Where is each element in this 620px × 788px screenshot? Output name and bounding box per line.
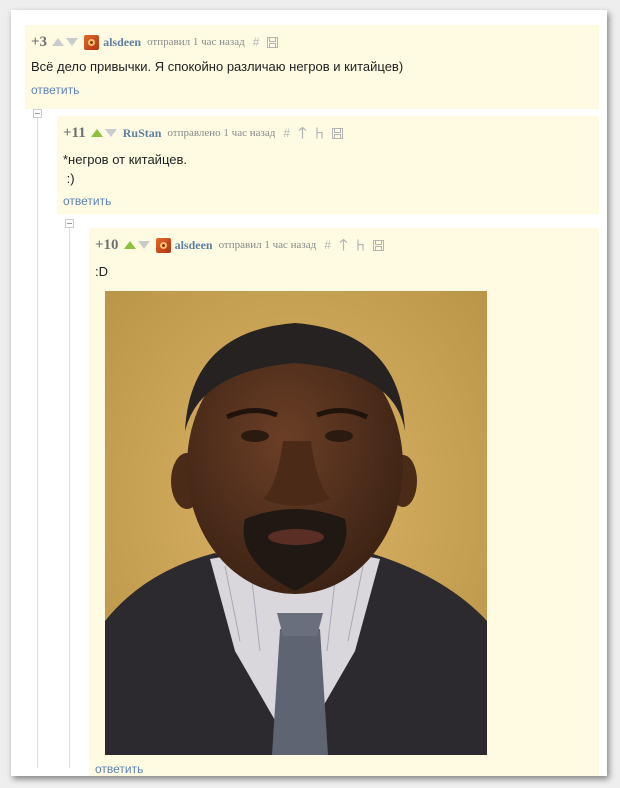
comment-1: +3 alsdeen отправил 1 час назад # Всё де…: [25, 25, 599, 109]
comment-time: отправил 1 час назад: [147, 36, 245, 48]
comment-body: :D: [95, 262, 108, 281]
comment-photo: [105, 291, 487, 755]
comment-header: +3 alsdeen отправил 1 час назад #: [31, 33, 286, 51]
comment-header: +11 RuStan отправлено 1 час назад #: [63, 124, 351, 142]
comment-2: +11 RuStan отправлено 1 час назад # *нег…: [57, 116, 599, 214]
comment-text-line: *негров от китайцев.: [63, 152, 187, 167]
author-link[interactable]: alsdeen: [175, 238, 213, 253]
thread-branch-icon[interactable]: [315, 127, 324, 139]
screenshot-frame: +3 alsdeen отправил 1 час назад # Всё де…: [11, 10, 607, 776]
upvote-icon[interactable]: [52, 38, 65, 46]
rating-value: +3: [31, 33, 48, 50]
comment-header: +10 alsdeen отправил 1 час назад #: [95, 236, 392, 254]
rating-value: +10: [95, 236, 119, 253]
avatar-icon[interactable]: [84, 34, 100, 50]
comment-time: отправил 1 час назад: [218, 239, 317, 251]
parent-comment-icon[interactable]: [339, 239, 348, 251]
reply-link[interactable]: ответить: [63, 194, 111, 208]
downvote-icon[interactable]: [66, 38, 79, 46]
downvote-icon[interactable]: [104, 129, 117, 137]
portrait-image: [105, 291, 487, 755]
collapse-toggle[interactable]: [33, 109, 42, 118]
author-link[interactable]: RuStan: [123, 126, 162, 141]
avatar-icon[interactable]: [155, 237, 171, 253]
comment-3: +10 alsdeen отправил 1 час назад # :D от…: [89, 228, 599, 776]
comment-time: отправлено 1 час назад: [167, 127, 276, 139]
permalink-icon[interactable]: #: [253, 35, 260, 49]
author-link[interactable]: alsdeen: [103, 35, 141, 50]
upvote-icon[interactable]: [90, 129, 103, 137]
comment-text-line: :): [63, 171, 75, 186]
downvote-icon[interactable]: [137, 241, 150, 249]
save-icon[interactable]: [372, 239, 384, 251]
thread-line: [37, 118, 38, 768]
permalink-icon[interactable]: #: [283, 126, 290, 140]
thread-branch-icon[interactable]: [356, 239, 365, 251]
comment-body: Всё дело привычки. Я спокойно различаю н…: [31, 57, 403, 76]
comment-body: *негров от китайцев. :): [63, 150, 187, 188]
collapse-toggle[interactable]: [65, 219, 74, 228]
save-icon[interactable]: [267, 36, 279, 48]
thread-line: [69, 228, 70, 768]
comment-text-line: :D: [95, 264, 108, 279]
parent-comment-icon[interactable]: [298, 127, 307, 139]
upvote-icon[interactable]: [123, 241, 136, 249]
save-icon[interactable]: [332, 127, 343, 139]
reply-link[interactable]: ответить: [95, 762, 143, 776]
reply-link[interactable]: ответить: [31, 83, 79, 97]
comment-text-line: Всё дело привычки. Я спокойно различаю н…: [31, 59, 404, 74]
permalink-icon[interactable]: #: [324, 238, 331, 252]
rating-value: +11: [63, 124, 86, 141]
